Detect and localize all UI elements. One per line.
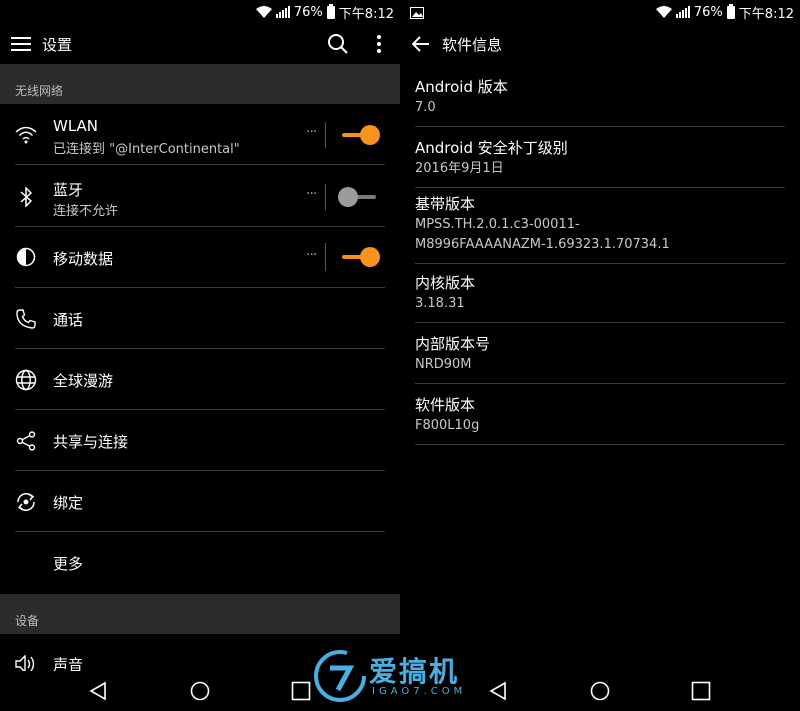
info-kernel: 内核版本 3.18.31: [415, 272, 785, 323]
clock: 下午8:12: [338, 6, 394, 22]
info-value: NRD90M: [415, 357, 472, 372]
share-connect-row[interactable]: 共享与连接: [0, 410, 400, 471]
recents-nav-icon[interactable]: [690, 680, 712, 702]
info-value: 3.18.31: [415, 296, 465, 311]
divider: [415, 383, 785, 384]
info-android-version: Android 版本 7.0: [415, 76, 785, 127]
status-right: 76% 下午8:12: [655, 3, 794, 22]
info-key: Android 安全补丁级别: [415, 139, 568, 157]
watermark-logo-icon: [314, 650, 366, 702]
share-connect-label: 共享与连接: [53, 433, 129, 451]
divider: [325, 184, 326, 210]
home-nav-icon[interactable]: [189, 680, 211, 702]
info-key: 软件版本: [415, 396, 476, 414]
section-wireless: 无线网络: [0, 64, 400, 104]
info-key: 基带版本: [415, 195, 476, 213]
signal-icon: [675, 6, 690, 18]
wifi-status-icon: [655, 6, 672, 18]
divider: [325, 243, 326, 271]
info-value: 2016年9月1日: [415, 161, 504, 176]
info-value: 7.0: [415, 100, 436, 115]
recents-nav-icon[interactable]: [290, 680, 312, 702]
battery-percent: 76%: [293, 4, 323, 20]
more-row[interactable]: 更多: [0, 532, 400, 593]
battery-percent: 76%: [693, 4, 723, 20]
back-arrow-icon[interactable]: [409, 32, 433, 56]
menu-icon[interactable]: [9, 32, 33, 56]
bluetooth-icon: [14, 185, 38, 209]
globe-icon: [14, 368, 38, 392]
phone-icon: [14, 307, 38, 331]
overflow-icon[interactable]: [367, 32, 391, 56]
watermark: 爱搞机 IGAO7.COM: [312, 648, 492, 704]
clock: 下午8:12: [738, 6, 794, 22]
divider: [415, 444, 785, 445]
watermark-subtext: IGAO7.COM: [372, 686, 467, 697]
page-title: 软件信息: [442, 36, 503, 54]
wlan-more-button[interactable]: ···: [306, 124, 317, 140]
mobile-data-more-button[interactable]: ···: [306, 247, 317, 263]
tethering-row[interactable]: 绑定: [0, 471, 400, 532]
gallery-icon: [410, 4, 424, 23]
settings-toolbar: 设置: [0, 24, 400, 64]
divider: [325, 122, 326, 148]
divider: [415, 187, 785, 188]
tethering-label: 绑定: [53, 494, 84, 512]
bluetooth-status: 连接不允许: [53, 204, 119, 219]
info-value: MPSS.TH.2.0.1.c3-00011-: [415, 217, 580, 232]
bluetooth-row[interactable]: 蓝牙 连接不允许 ···: [0, 166, 400, 227]
watermark-text: 爱搞机: [369, 655, 460, 688]
info-key: Android 版本: [415, 78, 508, 96]
info-build-number: 内部版本号 NRD90M: [415, 333, 785, 384]
info-software-version: 软件版本 F800L10g: [415, 394, 785, 445]
software-info-screen: 76% 下午8:12 软件信息 Android 版本 7.0 Android 安…: [400, 0, 800, 711]
divider: [415, 263, 785, 264]
wlan-row[interactable]: WLAN 已连接到 "@InterContinental" ···: [0, 104, 400, 165]
data-icon: [14, 245, 38, 269]
tether-icon: [14, 490, 38, 514]
mobile-data-row[interactable]: 移动数据 ···: [0, 227, 400, 288]
status-right: 76% 下午8:12: [255, 3, 394, 22]
battery-icon: [326, 3, 335, 19]
share-icon: [14, 429, 38, 453]
calls-row[interactable]: 通话: [0, 288, 400, 349]
wifi-icon: [14, 123, 38, 147]
divider: [415, 322, 785, 323]
more-label: 更多: [53, 555, 84, 573]
wlan-status: 已连接到 "@InterContinental": [53, 142, 240, 157]
bluetooth-toggle[interactable]: [338, 187, 382, 207]
wifi-status-icon: [255, 6, 272, 18]
wlan-toggle[interactable]: [338, 125, 382, 145]
info-baseband: 基带版本 MPSS.TH.2.0.1.c3-00011- M8996FAAAAN…: [415, 193, 785, 264]
back-nav-icon[interactable]: [87, 680, 109, 702]
mobile-data-label: 移动数据: [53, 250, 114, 268]
divider: [415, 126, 785, 127]
wlan-label: WLAN: [53, 117, 99, 135]
search-icon[interactable]: [326, 32, 350, 56]
divider: [15, 164, 385, 165]
page-title: 设置: [42, 36, 73, 54]
info-key: 内部版本号: [415, 335, 491, 353]
battery-icon: [726, 3, 735, 19]
bluetooth-more-button[interactable]: ···: [306, 186, 317, 202]
info-security-patch: Android 安全补丁级别 2016年9月1日: [415, 137, 785, 188]
mobile-data-toggle[interactable]: [338, 247, 382, 267]
info-value-line2: M8996FAAAANAZM-1.69323.1.70734.1: [415, 237, 670, 252]
home-nav-icon[interactable]: [589, 680, 611, 702]
status-bar: 76% 下午8:12: [400, 0, 800, 24]
calls-label: 通话: [53, 311, 84, 329]
signal-icon: [275, 6, 290, 18]
status-bar: 76% 下午8:12: [0, 0, 400, 24]
global-roaming-label: 全球漫游: [53, 372, 114, 390]
info-key: 内核版本: [415, 274, 476, 292]
info-value: F800L10g: [415, 418, 480, 433]
section-device: 设备: [0, 594, 400, 634]
settings-screen: 76% 下午8:12 设置 无线网络 WLAN 已连接到 "@InterCont…: [0, 0, 400, 711]
info-toolbar: 软件信息: [400, 24, 800, 64]
bluetooth-label: 蓝牙: [53, 181, 84, 199]
global-roaming-row[interactable]: 全球漫游: [0, 349, 400, 410]
